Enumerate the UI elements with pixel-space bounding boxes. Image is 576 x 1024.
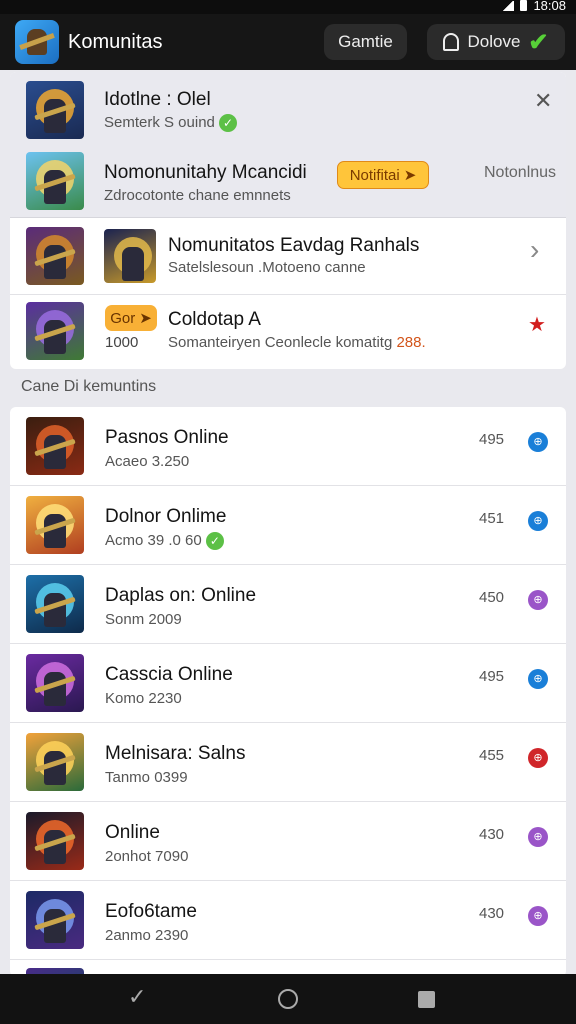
item-subtitle: 2onhot 7090 <box>105 848 189 865</box>
item-subtitle: Komo 2230 <box>105 690 182 707</box>
battery-icon <box>520 0 528 11</box>
record-icon[interactable]: ⊕ <box>528 748 548 768</box>
close-icon[interactable]: ✕ <box>534 88 552 114</box>
game-thumbnail <box>26 891 84 949</box>
list-item[interactable]: Daplas on: Online Sonm 2009 450 ⊕ <box>10 565 566 644</box>
chevron-right-icon[interactable]: › <box>530 234 539 266</box>
list-item[interactable]: Dolnor Onlime Acmo 39 .0 60 ✓ 451 ⊕ <box>10 486 566 565</box>
notification-panel: Idotlne : Olel Semterk S ouind ✓ ✕ Nomon… <box>10 72 566 218</box>
item-title: Casscia Online <box>105 664 233 685</box>
pill-subvalue: 1000 <box>105 334 139 351</box>
featured-card: Idotlne : Olel Semterk S ouind ✓ ✕ Nomon… <box>10 72 566 369</box>
chat-bubble-icon: ✓ <box>219 114 238 133</box>
list-item[interactable]: Eofo6tame 2anmo 2390 430 ⊕ <box>10 881 566 960</box>
system-nav-bar: ✓ <box>0 974 576 1024</box>
list-item[interactable]: Melnisara: Salns Tanmo 0399 455 ⊕ <box>10 723 566 802</box>
signal-icon <box>502 0 515 11</box>
globe-icon[interactable]: ⊕ <box>528 669 548 689</box>
item-title: Online <box>105 822 160 843</box>
status-time: 18:08 <box>533 0 566 13</box>
notification-subtitle: Semterk S ouind ✓ <box>104 114 238 133</box>
notification-row[interactable]: Idotlne : Olel Semterk S ouind ✓ ✕ <box>10 72 566 145</box>
back-icon[interactable]: ✓ <box>128 984 146 1010</box>
featured-title: Coldotap A <box>168 309 261 330</box>
item-subtitle: Acmo 39 .0 60 ✓ <box>105 532 224 551</box>
game-thumbnail <box>26 152 84 210</box>
featured-subtitle-text: Somanteiryen Ceonlecle komatitg <box>168 334 393 351</box>
arrow-icon: ➤ <box>403 167 417 184</box>
recent-apps-icon[interactable] <box>418 991 435 1008</box>
featured-subtitle: Satelslesoun .Motoeno canne <box>168 259 366 276</box>
chat-bubble-icon: ✓ <box>205 532 224 551</box>
item-subtitle-text: Acmo 39 .0 60 <box>105 532 202 549</box>
notification-subtitle-text: Semterk S ouind <box>104 114 215 131</box>
item-count: 430 <box>479 905 505 922</box>
item-subtitle: 2anmo 2390 <box>105 927 189 944</box>
item-subtitle: Tanmo 0399 <box>105 769 188 786</box>
section-heading: Cane Di kemuntins <box>21 378 157 395</box>
item-title: Melnisara: Salns <box>105 743 246 764</box>
game-thumbnail <box>26 733 84 791</box>
item-subtitle: Sonm 2009 <box>105 611 182 628</box>
notification-subtitle: Zdrocotonte chane emnnets <box>104 187 291 204</box>
gamie-button-label: Gamtie <box>338 32 393 51</box>
item-count: 450 <box>479 589 505 606</box>
app-logo-icon[interactable] <box>15 20 59 64</box>
item-count: 430 <box>479 826 505 843</box>
app-title: Komunitas <box>68 31 163 53</box>
list-item[interactable]: Pasnos Online Acaeo 3.250 495 ⊕ <box>10 407 566 486</box>
user-icon <box>443 33 460 51</box>
game-thumbnail <box>26 496 84 554</box>
item-count: 455 <box>479 747 505 764</box>
game-thumbnail <box>26 575 84 633</box>
notification-title: Nomonunitahy Mcancidi <box>104 162 307 183</box>
dolove-button[interactable]: Dolove ✔ <box>427 24 565 60</box>
game-thumbnail <box>26 417 84 475</box>
app-header: Komunitas Gamtie Dolove ✔ <box>0 14 576 70</box>
game-thumbnail <box>26 654 84 712</box>
item-title: Pasnos Online <box>105 427 229 448</box>
game-thumbnail <box>26 302 84 360</box>
notification-pill[interactable]: Notifitai ➤ <box>337 161 429 189</box>
item-title: Eofo6tame <box>105 901 197 922</box>
status-bar: 18:08 <box>0 0 576 14</box>
featured-subtitle: Somanteiryen Ceonlecle komatitg 288. <box>168 334 426 351</box>
list-item[interactable]: Online 2onhot 7090 430 ⊕ <box>10 802 566 881</box>
checkmark-icon: ✔ <box>528 28 549 56</box>
arrow-icon: ➤ <box>139 310 152 327</box>
home-icon[interactable] <box>278 989 298 1009</box>
status-icons: 18:08 <box>502 0 566 13</box>
featured-row[interactable]: Nomunitatos Eavdag Ranhals Satelslesoun … <box>10 218 566 294</box>
featured-row[interactable]: 1000 Coldotap A Somanteiryen Ceonlecle k… <box>10 294 566 369</box>
game-thumbnail <box>26 81 84 139</box>
people-icon[interactable]: ⊕ <box>528 827 548 847</box>
people-icon[interactable]: ⊕ <box>528 590 548 610</box>
gor-pill[interactable]: Gor ➤ <box>105 305 157 331</box>
gor-pill-label: Gor <box>110 309 136 327</box>
notification-side-label[interactable]: Notonlnus <box>484 164 556 182</box>
globe-icon[interactable]: ⊕ <box>528 511 548 531</box>
item-title: Daplas on: Online <box>105 585 257 606</box>
notification-pill-label: Notifitai <box>349 166 400 184</box>
featured-subtitle-highlight: 288. <box>396 334 426 351</box>
people-icon[interactable]: ⊕ <box>528 906 548 926</box>
item-count: 495 <box>479 668 505 685</box>
item-count: 451 <box>479 510 505 527</box>
dolove-button-label: Dolove <box>467 32 521 51</box>
featured-title: Nomunitatos Eavdag Ranhals <box>168 235 420 256</box>
globe-icon[interactable]: ⊕ <box>528 432 548 452</box>
item-subtitle: Acaeo 3.250 <box>105 453 190 470</box>
game-list: Pasnos Online Acaeo 3.250 495 ⊕ Dolnor O… <box>10 407 566 977</box>
gamie-button[interactable]: Gamtie <box>324 24 407 60</box>
game-cover-thumbnail <box>104 229 156 283</box>
game-thumbnail <box>26 227 84 285</box>
notification-row[interactable]: Nomonunitahy Mcancidi Zdrocotonte chane … <box>10 145 566 218</box>
list-item[interactable]: Casscia Online Komo 2230 495 ⊕ <box>10 644 566 723</box>
notification-title: Idotlne : Olel <box>104 89 211 110</box>
item-title: Dolnor Onlime <box>105 506 227 527</box>
game-thumbnail <box>26 812 84 870</box>
star-icon[interactable]: ★ <box>528 312 546 337</box>
item-count: 495 <box>479 431 505 448</box>
